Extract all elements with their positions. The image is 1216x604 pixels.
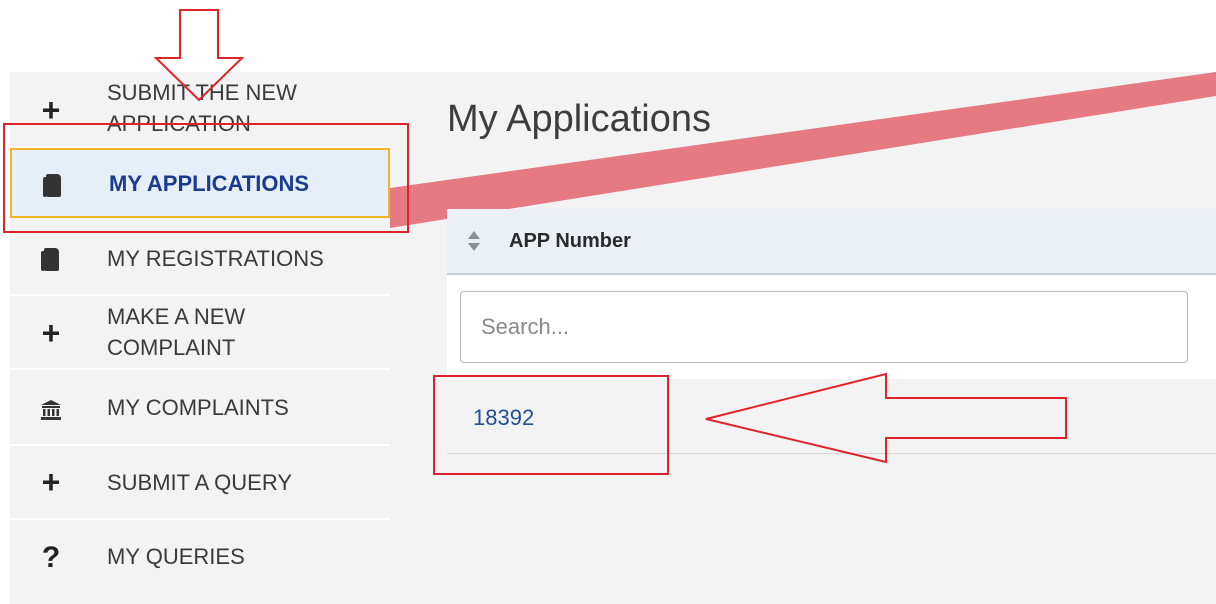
book-icon [40,244,62,274]
column-header-app-number[interactable]: APP Number [509,230,631,253]
sidebar-item-label: MAKE A NEW COMPLAINT [107,304,246,360]
sidebar-item-label: SUBMIT THE NEW APPLICATION [107,80,297,136]
page-title: My Applications [447,98,712,140]
sidebar-item-label: SUBMIT A QUERY [107,470,293,495]
plus-icon: + [41,464,61,500]
sidebar-item-my-applications[interactable]: MY APPLICATIONS [10,148,390,218]
book-icon [42,170,64,200]
question-icon: ? [41,541,61,574]
search-row [447,275,1216,379]
bank-icon [40,395,62,425]
table-header[interactable]: APP Number [447,209,1216,275]
sidebar-item-submit-query[interactable]: + SUBMIT A QUERY [10,446,390,520]
plus-icon: + [41,92,61,128]
top-margin [0,0,1216,72]
sidebar-item-label: MY APPLICATIONS [109,171,310,196]
plus-icon: + [41,315,61,351]
sidebar-item-label: MY REGISTRATIONS [107,246,324,271]
sidebar-item-label: MY COMPLAINTS [107,395,289,420]
sidebar-item-label: MY QUERIES [107,544,245,569]
sidebar-item-submit-application[interactable]: + SUBMIT THE NEW APPLICATION [10,72,390,148]
app-number-link[interactable]: 18392 [473,405,534,431]
sort-icon[interactable] [467,229,481,253]
sidebar-item-my-queries[interactable]: ? MY QUERIES [10,520,390,596]
sidebar-item-make-complaint[interactable]: + MAKE A NEW COMPLAINT [10,296,390,370]
table-row: 18392 [447,379,1216,454]
search-input[interactable] [460,291,1188,363]
sidebar-item-my-registrations[interactable]: MY REGISTRATIONS [10,222,390,296]
sidebar-item-my-complaints[interactable]: MY COMPLAINTS [10,370,390,446]
